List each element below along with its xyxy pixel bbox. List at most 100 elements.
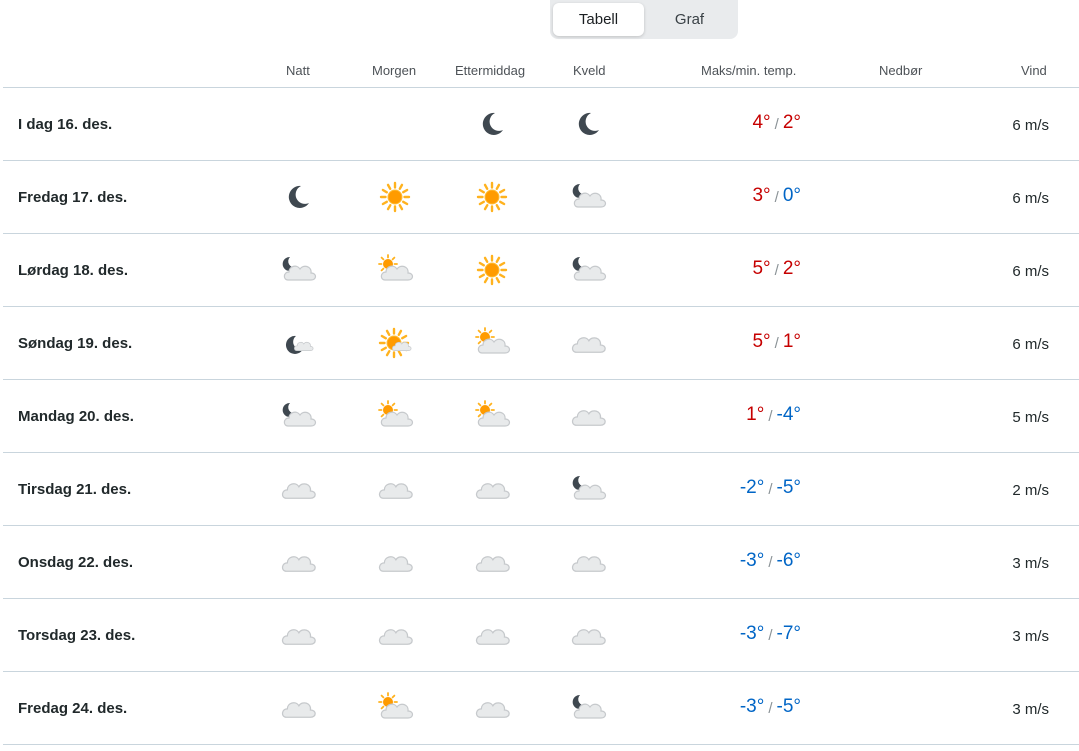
evening-symbol [540,307,636,379]
night-symbol [250,599,346,671]
min-temp: -5° [776,477,802,498]
afternoon-symbol [444,599,540,671]
fair-day-icon [378,327,412,359]
night-symbol [250,453,346,525]
day-label: Tirsdag 21. des. [18,481,132,498]
partly-cloudy-day-icon [378,400,414,427]
temp-range: 4°/2° [752,112,801,134]
header-temp: Maks/min. temp. [701,63,797,78]
evening-symbol [540,526,636,598]
temp-separator: / [774,116,779,133]
cloud-icon [281,483,316,499]
day-label: Fredag 17. des. [18,189,128,206]
fair-night-icon [285,335,314,354]
cloud-icon [378,629,413,645]
evening-symbol [540,453,636,525]
table-header: Natt Morgen Ettermiddag Kveld Maks/min. … [3,52,1079,88]
clear-night-icon [288,185,309,208]
max-temp: 4° [752,112,771,133]
morning-symbol [347,234,443,306]
table-row: I dag 16. des. 4°/2° 6 m/s [3,88,1079,161]
evening-symbol [540,234,636,306]
day-label: Fredag 24. des. [18,700,128,717]
temp-separator: / [768,554,773,571]
temp-separator: / [774,262,779,279]
afternoon-symbol [444,307,540,379]
day-label: Lørdag 18. des. [18,262,129,279]
cloud-icon [571,629,606,645]
evening-symbol [540,88,636,160]
cloud-icon [378,483,413,499]
max-temp: -3° [739,550,765,571]
header-wind: Vind [1021,63,1047,78]
evening-symbol [540,380,636,452]
temp-range: 1° / -4° [746,404,801,426]
afternoon-symbol [444,234,540,306]
tab-table[interactable]: Tabell [553,3,644,36]
afternoon-symbol [444,161,540,233]
header-precip: Nedbør [879,63,923,78]
temp-separator: / [768,627,773,644]
wind-speed: 3 m/s [1012,701,1049,718]
temp-separator: / [768,481,773,498]
day-label: I dag 16. des. [18,116,113,133]
temp-range: 3°/0° [752,185,801,207]
header-afternoon: Ettermiddag [455,63,526,78]
partly-cloudy-night-icon [572,256,607,281]
morning-symbol [347,380,443,452]
header-night: Natt [286,63,310,78]
cloud-icon [281,556,316,572]
partly-cloudy-night-icon [282,402,317,427]
min-temp: 2° [782,112,801,133]
cloud-icon [571,410,606,426]
table-row: Tirsdag 21. des. -2° / -5° 2 m/s [3,453,1079,526]
morning-symbol [347,307,443,379]
morning-symbol [347,453,443,525]
table-row: Onsdag 22. des. -3° / -6° 3 m/s [3,526,1079,599]
wind-speed: 6 m/s [1012,117,1049,134]
table-row: Fredag 17. des. 3°/0° 6 m/s [3,161,1079,234]
cloud-icon [281,629,316,645]
temp-range: 5°/1° [752,331,801,353]
cloud-icon [475,483,510,499]
wind-speed: 2 m/s [1012,482,1049,499]
temp-range: -3° / -5° [740,696,801,718]
min-temp: 1° [782,331,801,352]
table-row: Torsdag 23. des. -3° / -7° 3 m/s [3,599,1079,672]
temp-range: -2° / -5° [740,477,801,499]
header-morning: Morgen [372,63,417,78]
min-temp: -6° [776,550,802,571]
day-label: Mandag 20. des. [18,408,134,425]
morning-symbol [347,672,443,744]
cloud-icon [475,629,510,645]
wind-speed: 6 m/s [1012,190,1049,207]
clear-night-icon [578,112,599,135]
tab-graph[interactable]: Graf [644,3,735,36]
wind-speed: 3 m/s [1012,555,1049,572]
min-temp: -5° [776,696,802,717]
table-row: Mandag 20. des. 1° / -4° 5 m/s [3,380,1079,453]
morning-symbol [347,526,443,598]
sun-icon [379,181,411,213]
cloud-icon [571,556,606,572]
day-label: Torsdag 23. des. [18,627,136,644]
max-temp: 5° [752,258,771,279]
afternoon-symbol [444,453,540,525]
day-label: Onsdag 22. des. [18,554,134,571]
max-temp: -3° [739,623,765,644]
afternoon-symbol [444,380,540,452]
evening-symbol [540,599,636,671]
night-symbol [250,672,346,744]
forecast-table: Natt Morgen Ettermiddag Kveld Maks/min. … [3,52,1079,745]
evening-symbol [540,672,636,744]
temp-separator: / [774,335,779,352]
night-symbol [250,526,346,598]
wind-speed: 6 m/s [1012,263,1049,280]
night-symbol [250,234,346,306]
temp-separator: / [774,189,779,206]
partly-cloudy-day-icon [378,254,414,281]
partly-cloudy-day-icon [475,327,511,354]
cloud-icon [281,702,316,718]
header-evening: Kveld [573,63,606,78]
afternoon-symbol [444,88,540,160]
